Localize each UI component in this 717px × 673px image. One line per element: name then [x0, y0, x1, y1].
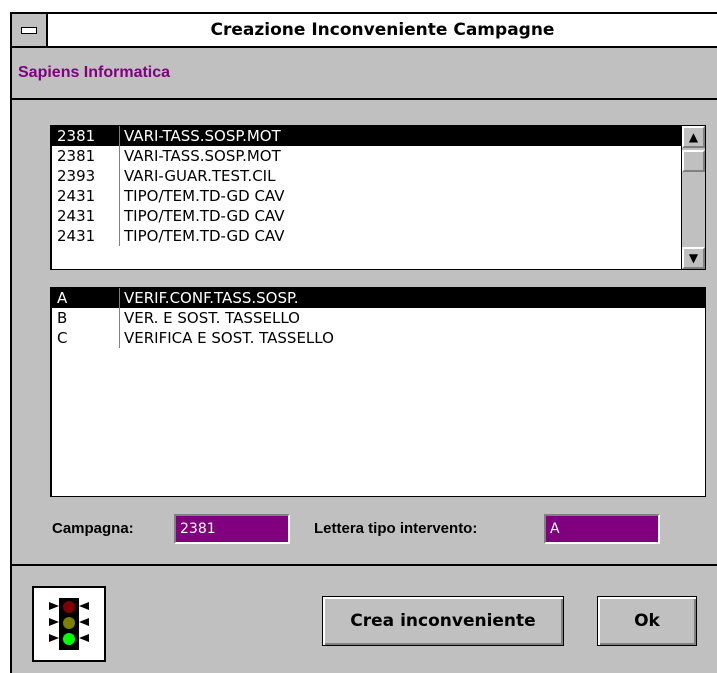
row-code: A: [57, 289, 68, 307]
row-code: 2381: [57, 147, 96, 165]
row-code: 2431: [57, 187, 96, 205]
title-bar[interactable]: Creazione Inconveniente Campagne: [12, 14, 717, 48]
row-code: 2431: [57, 207, 96, 225]
campagna-label: Campagna:: [52, 520, 134, 537]
company-name: Sapiens Informatica: [18, 64, 171, 81]
crea-inconveniente-button[interactable]: Crea inconveniente: [322, 596, 564, 646]
intervention-list-item[interactable]: A VERIF.CONF.TASS.SOSP.: [51, 288, 705, 308]
intervention-list-item[interactable]: B VER. E SOST. TASSELLO: [51, 308, 705, 328]
ok-button[interactable]: Ok: [597, 596, 697, 646]
scroll-up-arrow-icon[interactable]: ▲: [682, 126, 705, 148]
row-code: B: [57, 309, 68, 327]
row-code: 2381: [57, 127, 96, 145]
divider: [12, 564, 717, 566]
status-button[interactable]: [32, 586, 106, 662]
row-description: TIPO/TEM.TD-GD CAV: [119, 206, 285, 226]
campaign-list-item[interactable]: 2381 VARI-TASS.SOSP.MOT: [51, 126, 705, 146]
row-description: VERIFICA E SOST. TASSELLO: [119, 328, 334, 348]
row-code: 2431: [57, 227, 96, 245]
system-menu-button[interactable]: [12, 14, 48, 46]
row-description: VARI-GUAR.TEST.CIL: [119, 166, 275, 186]
divider: [12, 98, 717, 100]
campaign-list-item[interactable]: 2431 TIPO/TEM.TD-GD CAV: [51, 186, 705, 206]
lettera-tipo-intervento-field[interactable]: A: [544, 514, 660, 544]
row-code: C: [57, 329, 68, 347]
scroll-thumb[interactable]: [682, 150, 705, 172]
system-menu-icon: [21, 27, 37, 34]
intervention-type-listbox[interactable]: A VERIF.CONF.TASS.SOSP. B VER. E SOST. TASS…: [50, 287, 706, 497]
campaign-list-item[interactable]: 2431 TIPO/TEM.TD-GD CAV: [51, 226, 705, 246]
dialog-window: Creazione Inconveniente Campagne Sapiens…: [10, 12, 717, 673]
row-description: VARI-TASS.SOSP.MOT: [119, 126, 281, 146]
row-description: VERIF.CONF.TASS.SOSP.: [119, 288, 298, 308]
campaign-list-item[interactable]: 2381 VARI-TASS.SOSP.MOT: [51, 146, 705, 166]
row-description: TIPO/TEM.TD-GD CAV: [119, 186, 285, 206]
row-description: VARI-TASS.SOSP.MOT: [119, 146, 281, 166]
campagna-field[interactable]: 2381: [174, 514, 290, 544]
traffic-light-icon: [49, 598, 89, 650]
scroll-down-arrow-icon[interactable]: ▼: [682, 247, 705, 269]
window-title: Creazione Inconveniente Campagne: [210, 20, 555, 40]
row-description: TIPO/TEM.TD-GD CAV: [119, 226, 285, 246]
intervention-list-item[interactable]: C VERIFICA E SOST. TASSELLO: [51, 328, 705, 348]
row-description: VER. E SOST. TASSELLO: [119, 308, 300, 328]
campaign-list-item[interactable]: 2431 TIPO/TEM.TD-GD CAV: [51, 206, 705, 226]
lettera-tipo-intervento-label: Lettera tipo intervento:: [314, 520, 478, 537]
campaign-listbox[interactable]: 2381 VARI-TASS.SOSP.MOT 2381 VARI-TASS.SOSP…: [50, 125, 706, 270]
campaign-list-scrollbar[interactable]: ▲ ▼: [681, 126, 705, 269]
row-code: 2393: [57, 167, 96, 185]
campaign-list-item[interactable]: 2393 VARI-GUAR.TEST.CIL: [51, 166, 705, 186]
